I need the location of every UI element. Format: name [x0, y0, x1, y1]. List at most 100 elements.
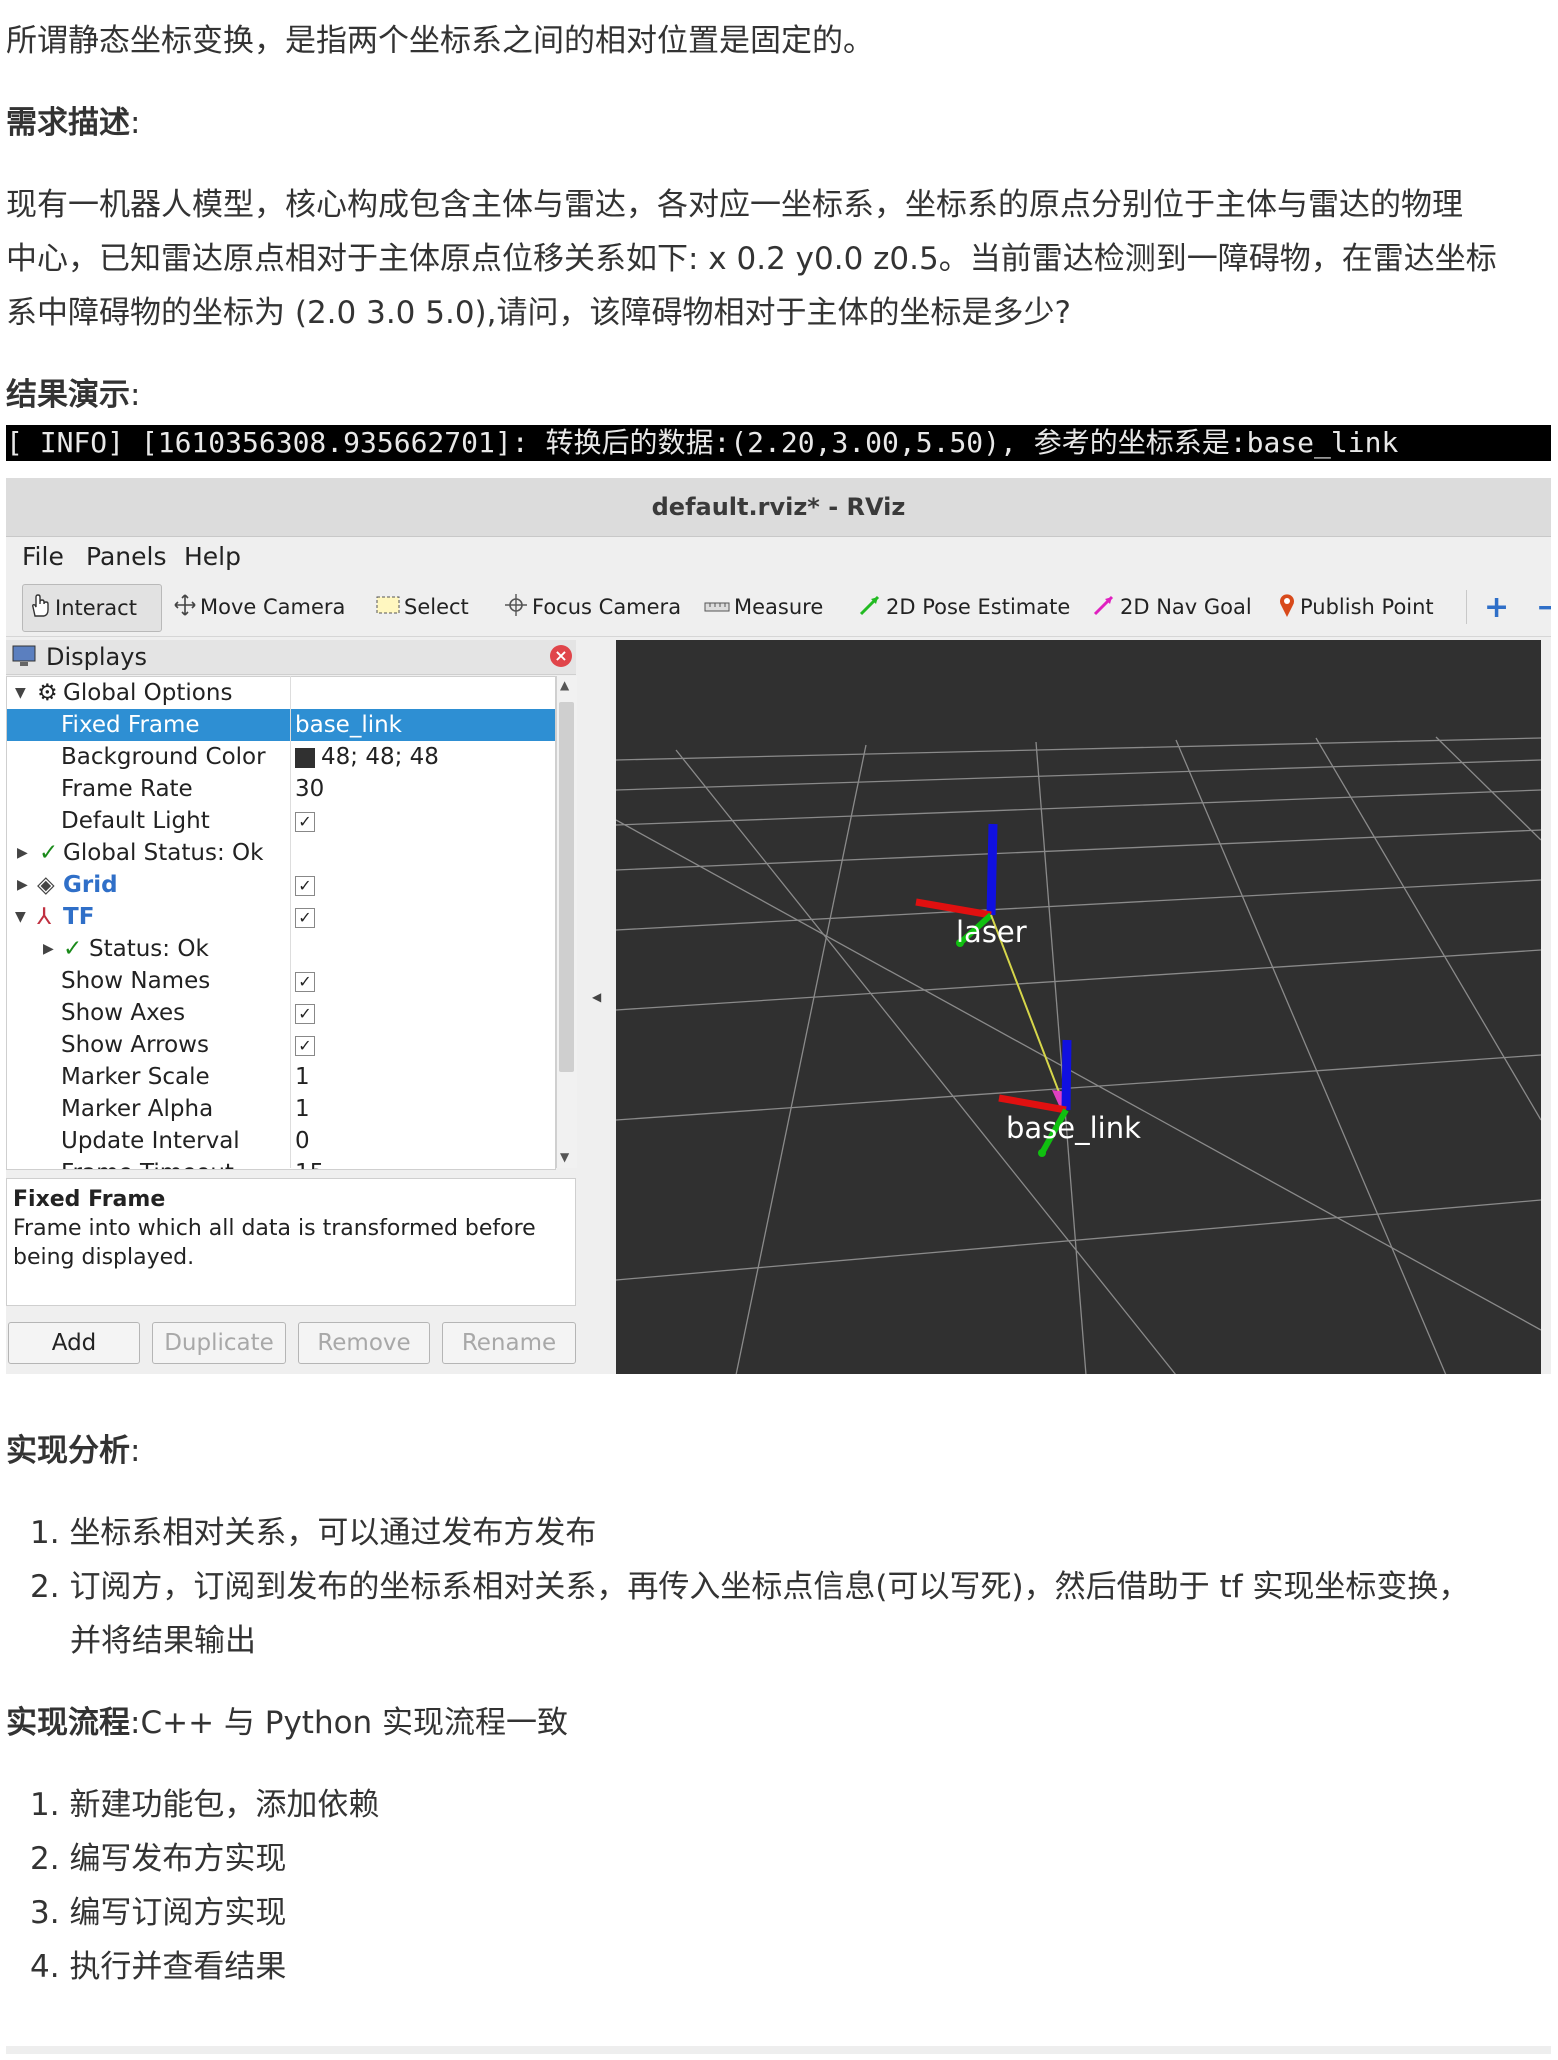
add-tool-button[interactable]: + [1484, 584, 1509, 630]
tree-row-marker-alpha[interactable]: Marker Alpha 1 [7, 1093, 555, 1125]
3d-viewport[interactable]: laser base_link [616, 640, 1541, 1374]
tree-label: Show Names [61, 968, 211, 994]
toolbar-separator [1466, 590, 1467, 624]
menu-help[interactable]: Help [184, 537, 241, 577]
tree-value: 48; 48; 48 [321, 744, 439, 770]
requirement-line: 系中障碍物的坐标为 (2.0 3.0 5.0),请问，该障碍物相对于主体的坐标是… [6, 295, 1071, 331]
tree-label: Frame Rate [61, 776, 193, 802]
measure-tool[interactable]: Measure [704, 584, 823, 630]
tree-row-frame-rate[interactable]: Frame Rate 30 [7, 773, 555, 805]
checkmark-icon: ✓ [295, 875, 315, 896]
select-label: Select [404, 595, 469, 619]
checkmark-icon: ✓ [295, 811, 315, 832]
ok-check-icon: ✓ [39, 840, 59, 866]
pose-estimate-label: 2D Pose Estimate [886, 595, 1071, 619]
focus-camera-tool[interactable]: Focus Camera [504, 584, 681, 630]
focus-camera-label: Focus Camera [532, 595, 682, 619]
tree-row-fixed-frame[interactable]: Fixed Frame base_link [7, 709, 555, 741]
tree-value[interactable]: 0 [295, 1125, 310, 1157]
close-panel-icon[interactable]: × [550, 645, 572, 667]
tree-row-grid[interactable]: ▶ ◈ Grid ✓ [7, 869, 555, 901]
pose-estimate-tool[interactable]: 2D Pose Estimate [858, 584, 1070, 630]
tree-row-background-color[interactable]: Background Color 48; 48; 48 [7, 741, 555, 773]
nav-goal-tool[interactable]: 2D Nav Goal [1092, 584, 1252, 630]
base-link-frame-label: base_link [1006, 1111, 1141, 1145]
checkbox[interactable]: ✓ [295, 997, 315, 1029]
gear-icon: ⚙ [37, 680, 58, 706]
rename-button[interactable]: Rename [442, 1322, 576, 1364]
color-swatch[interactable]: 48; 48; 48 [295, 741, 439, 773]
plus-icon: + [1484, 589, 1510, 625]
tree-value[interactable]: 15 [295, 1157, 324, 1169]
publish-point-label: Publish Point [1300, 595, 1434, 619]
checkbox[interactable]: ✓ [295, 965, 315, 997]
analysis-list: 1. 坐标系相对关系，可以通过发布方发布 2. 订阅方，订阅到发布的坐标系相对关… [30, 1506, 1469, 1668]
terminal-output: [ INFO] [1610356308.935662701]: 转换后的数据:(… [6, 425, 1551, 461]
measure-label: Measure [734, 595, 824, 619]
remove-tool-button[interactable]: − [1536, 584, 1551, 630]
tree-row-show-arrows[interactable]: Show Arrows ✓ [7, 1029, 555, 1061]
checkbox[interactable]: ✓ [295, 805, 315, 837]
tree-row-show-names[interactable]: Show Names ✓ [7, 965, 555, 997]
interact-tool[interactable]: Interact [22, 584, 162, 632]
focus-target-icon [504, 593, 528, 622]
magenta-arrow-icon [1092, 593, 1116, 622]
checkbox[interactable]: ✓ [295, 1029, 315, 1061]
list-item: 1. 坐标系相对关系，可以通过发布方发布 [30, 1515, 597, 1551]
scrollbar-thumb[interactable] [559, 702, 574, 1072]
scroll-down-icon[interactable]: ▼ [560, 1150, 569, 1164]
tree-row-tf-status[interactable]: ▶ ✓ Status: Ok [7, 933, 555, 965]
move-camera-tool[interactable]: Move Camera [174, 584, 345, 630]
tree-row-update-interval[interactable]: Update Interval 0 [7, 1125, 555, 1157]
add-button[interactable]: Add [8, 1322, 140, 1364]
map-pin-icon [1278, 592, 1296, 623]
tree-row-default-light[interactable]: Default Light ✓ [7, 805, 555, 837]
bottom-divider [6, 2046, 1551, 2054]
checkbox[interactable]: ✓ [295, 901, 315, 933]
select-tool[interactable]: Select [376, 584, 469, 630]
tree-value[interactable]: 1 [295, 1093, 310, 1125]
tree-scrollbar[interactable]: ▲ ▼ [556, 676, 577, 1168]
minus-icon: − [1536, 589, 1551, 625]
remove-button[interactable]: Remove [298, 1322, 430, 1364]
tree-row-marker-scale[interactable]: Marker Scale 1 [7, 1061, 555, 1093]
list-item: 3. 编写订阅方实现 [30, 1895, 287, 1931]
rviz-window: default.rviz* - RViz File Panels Help In… [6, 478, 1551, 1374]
tree-row-global-options[interactable]: ▼ ⚙ Global Options [7, 677, 555, 709]
duplicate-button[interactable]: Duplicate [152, 1322, 286, 1364]
toolbar: Interact Move Camera Select Focus Camera [6, 578, 1551, 637]
tree-value[interactable]: base_link [295, 709, 402, 741]
tree-row-show-axes[interactable]: Show Axes ✓ [7, 997, 555, 1029]
panel-splitter[interactable]: ◀ [586, 640, 610, 1374]
expand-arrow-icon[interactable]: ▶ [43, 933, 54, 965]
tree-value[interactable]: 30 [295, 773, 324, 805]
tree-row-global-status[interactable]: ▶ ✓ Global Status: Ok [7, 837, 555, 869]
menu-bar: File Panels Help [6, 537, 1551, 577]
expand-arrow-icon[interactable]: ▶ [17, 837, 28, 869]
monitor-icon [12, 645, 36, 671]
column-divider [290, 676, 291, 1168]
collapse-arrow-icon[interactable]: ▼ [15, 901, 26, 933]
menu-panels[interactable]: Panels [86, 537, 166, 577]
list-item: 4. 执行并查看结果 [30, 1949, 287, 1985]
checkbox[interactable]: ✓ [295, 869, 315, 901]
laser-frame-label: laser [956, 915, 1027, 949]
expand-arrow-icon[interactable]: ▶ [17, 869, 28, 901]
scroll-up-icon[interactable]: ▲ [560, 678, 569, 692]
grid-lines [616, 736, 1541, 1374]
collapse-arrow-icon[interactable]: ▼ [15, 677, 26, 709]
publish-point-tool[interactable]: Publish Point [1278, 584, 1434, 630]
tree-label: Update Interval [61, 1128, 240, 1154]
collapse-left-icon[interactable]: ◀ [592, 990, 601, 1004]
tree-value[interactable]: 1 [295, 1061, 310, 1093]
tree-label: Default Light [61, 808, 210, 834]
list-item: 1. 新建功能包，添加依赖 [30, 1787, 380, 1823]
list-item: 2. 订阅方，订阅到发布的坐标系相对关系，再传入坐标点信息(可以写死)，然后借助… [30, 1569, 1470, 1659]
menu-file[interactable]: File [22, 537, 64, 577]
flow-heading: 实现流程:C++ 与 Python 实现流程一致 [6, 1705, 569, 1741]
displays-title: Displays [46, 643, 147, 671]
tree-row-tf[interactable]: ▼ ⅄ TF ✓ [7, 901, 555, 933]
tree-row-frame-timeout[interactable]: Frame Timeout 15 [7, 1157, 555, 1169]
ok-check-icon: ✓ [63, 936, 83, 962]
tree-label: Marker Alpha [61, 1096, 214, 1122]
